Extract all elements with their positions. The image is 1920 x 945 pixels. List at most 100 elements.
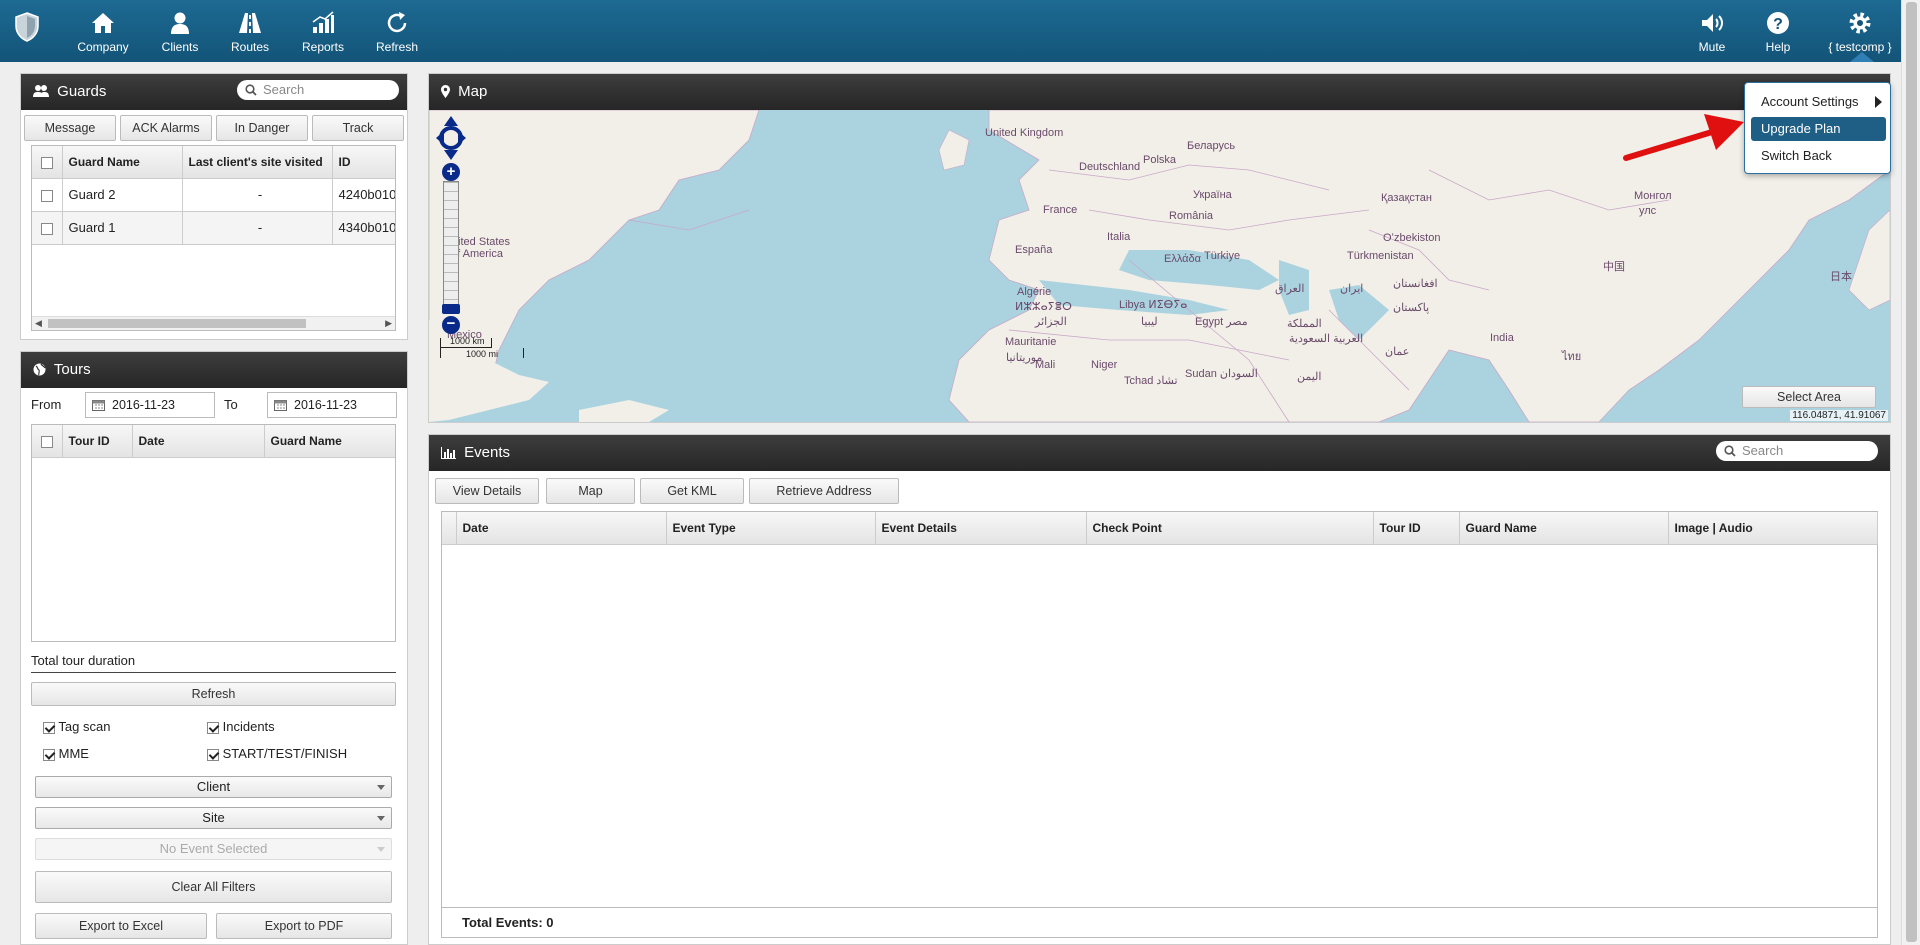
tag-scan-checkbox[interactable]: Tag scan [43,719,110,734]
nav-help[interactable]: ? Help [1754,8,1802,54]
to-label: To [224,397,238,412]
refresh-icon [387,12,407,33]
map-label: Deutschland [1079,161,1141,173]
checkbox-box[interactable] [207,748,219,761]
row-checkbox[interactable] [40,222,53,235]
menu-item-account-settings[interactable]: Account Settings [1751,90,1886,114]
page-scrollbar[interactable] [1901,0,1920,945]
scroll-thumb[interactable] [1906,2,1917,942]
map-label: Italia [1107,231,1131,243]
nav-refresh[interactable]: Refresh [372,8,422,54]
col-guard-name[interactable]: Guard Name [1459,512,1669,545]
select-all-checkbox[interactable] [40,156,53,169]
export-pdf-button[interactable]: Export to PDF [216,913,392,939]
nav-routes[interactable]: Routes [226,8,274,54]
col-event-type[interactable]: Event Type [666,512,876,545]
select-all-checkbox[interactable] [40,435,53,448]
pan-arrows-icon [436,116,466,160]
guards-table-header: Guard Name Last client's site visited ID [32,146,395,179]
road-icon [239,13,261,33]
select-value: No Event Selected [159,841,268,856]
events-table: Date Event Type Event Details Check Poin… [442,512,1878,545]
client-select[interactable]: Client [35,776,392,798]
col-last-site[interactable]: Last client's site visited [182,146,333,179]
from-date-input[interactable]: 2016-11-23 [85,392,215,418]
zoom-out-button[interactable]: − [442,316,460,334]
from-date-value: 2016-11-23 [112,398,176,412]
nav-label: Routes [230,40,270,54]
shield-logo-icon[interactable] [14,12,40,45]
col-tour-id[interactable]: Tour ID [62,425,133,458]
view-details-button[interactable]: View Details [435,478,539,504]
to-date-input[interactable]: 2016-11-23 [267,392,397,418]
incidents-checkbox[interactable]: Incidents [207,719,275,734]
table-row[interactable]: Guard 1 - 4340b0102 [32,211,395,245]
nav-reports[interactable]: Reports [298,8,348,54]
nav-mute[interactable]: Mute [1688,8,1736,54]
events-panel: Events Search View Details Map Get KML R… [428,434,1891,945]
tours-title: Tours [53,361,91,378]
guards-table-wrap: Guard Name Last client's site visited ID… [31,145,396,331]
col-tour-id[interactable]: Tour ID [1373,512,1460,545]
map-label: Niger [1091,359,1118,371]
checkbox-box[interactable] [207,721,219,734]
message-button[interactable]: Message [24,115,116,141]
mme-checkbox[interactable]: MME [43,746,89,761]
retrieve-address-button[interactable]: Retrieve Address [749,478,899,504]
track-button[interactable]: Track [312,115,404,141]
guards-search-input[interactable]: Search [237,80,399,100]
map-label: Egypt مصر [1195,316,1248,328]
total-events: Total Events: 0 [442,907,1877,937]
map-label: 日本 [1830,271,1852,283]
menu-item-switch-back[interactable]: Switch Back [1751,144,1886,168]
nav-account[interactable]: { testcomp } [1824,8,1896,54]
get-kml-button[interactable]: Get KML [640,478,744,504]
col-check-point[interactable]: Check Point [1086,512,1374,545]
top-navbar: Company Clients Routes Reports Refresh M… [0,0,1901,62]
col-guard-name[interactable]: Guard Name [62,146,183,179]
coords-readout: 116.04871, 41.91067 [1790,410,1888,421]
col-image-audio[interactable]: Image | Audio [1668,512,1878,545]
guards-hscrollbar[interactable]: ◀ ▶ [32,316,395,330]
site-select[interactable]: Site [35,807,392,829]
col-event-details[interactable]: Event Details [875,512,1087,545]
nav-company[interactable]: Company [76,8,130,54]
zoom-slider-handle[interactable] [442,304,460,314]
col-date[interactable]: Date [132,425,265,458]
col-date[interactable]: Date [456,512,667,545]
nav-label: Refresh [375,40,419,54]
map-label: اليمن [1297,371,1322,383]
start-test-finish-checkbox[interactable]: START/TEST/FINISH [207,746,347,761]
pan-control[interactable] [436,116,466,160]
menu-item-upgrade-plan[interactable]: Upgrade Plan [1751,117,1886,141]
events-search-input[interactable]: Search [1716,441,1878,461]
home-icon [92,13,114,33]
zoom-slider[interactable] [443,181,459,313]
map-label: Mali [1035,359,1056,371]
map-label: ایران [1340,283,1364,295]
col-id[interactable]: ID [332,146,395,179]
checkbox-box[interactable] [43,748,55,761]
zoom-in-button[interactable]: + [442,163,460,181]
clear-filters-button[interactable]: Clear All Filters [35,871,392,903]
total-duration-label: Total tour duration [31,653,136,668]
events-map-button[interactable]: Map [546,478,635,504]
select-area-button[interactable]: Select Area [1742,386,1876,408]
checkbox-box[interactable] [43,721,55,734]
nav-clients[interactable]: Clients [156,8,204,54]
map-label: Polska [1143,154,1177,166]
col-guard-name[interactable]: Guard Name [264,425,395,458]
tours-refresh-button[interactable]: Refresh [31,682,396,706]
in-danger-button[interactable]: In Danger [216,115,308,141]
map-label: Libya ⵍⵉⴱⵢⴰ [1119,299,1188,311]
divider [31,672,396,673]
scroll-thumb[interactable] [48,319,306,328]
event-select[interactable]: No Event Selected [35,838,392,860]
gear-icon [1849,12,1871,34]
row-checkbox[interactable] [40,189,53,202]
export-excel-button[interactable]: Export to Excel [35,913,207,939]
ack-alarms-button[interactable]: ACK Alarms [120,115,212,141]
tours-table: Tour ID Date Guard Name [32,425,395,458]
map-label: Sudan السودان [1185,368,1258,380]
table-row[interactable]: Guard 2 - 4240b0102 [32,178,395,212]
